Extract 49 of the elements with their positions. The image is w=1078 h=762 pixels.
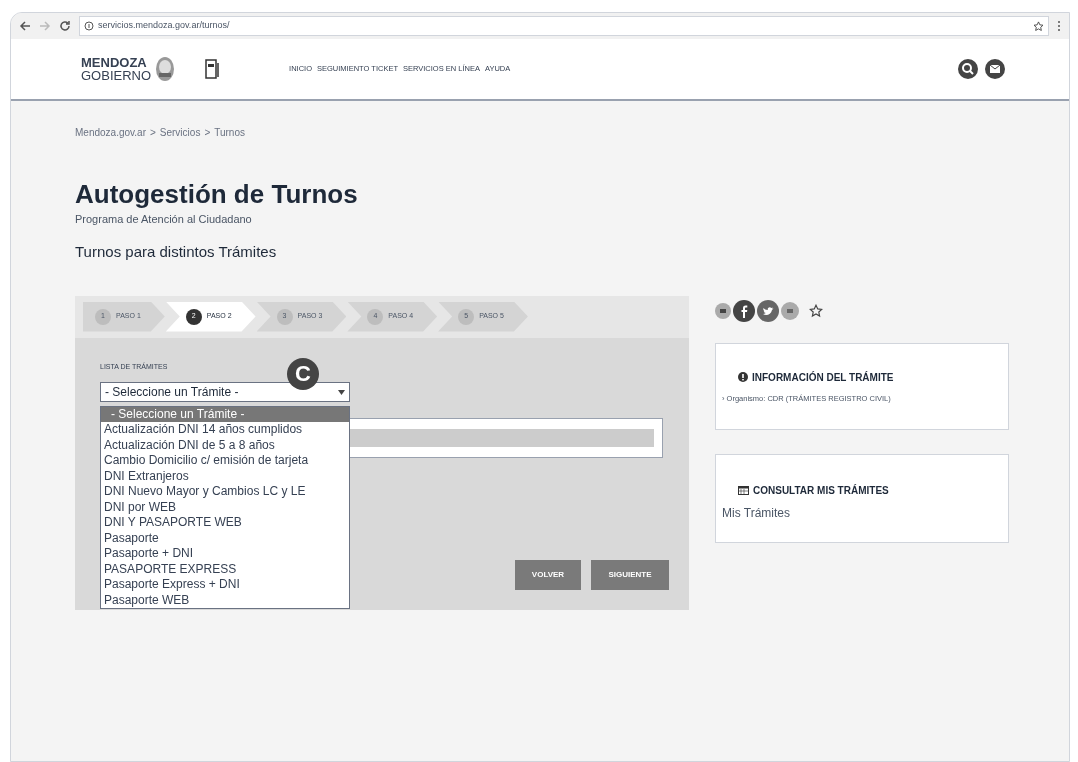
back-button[interactable]: VOLVER xyxy=(515,559,581,590)
dropdown-option[interactable]: Pasaporte WEB xyxy=(101,592,349,608)
dropdown-option[interactable]: DNI Y PASAPORTE WEB xyxy=(101,515,349,531)
page-title: Autogestión de Turnos xyxy=(75,178,359,211)
dropdown-option[interactable]: Pasaporte Express + DNI xyxy=(101,577,349,593)
dropdown-option[interactable]: Pasaporte + DNI xyxy=(101,546,349,562)
breadcrumb-link[interactable]: Servicios xyxy=(159,125,201,140)
dropdown-option[interactable]: PASAPORTE EXPRESS xyxy=(101,561,349,577)
caret-icon xyxy=(338,389,345,395)
logo-text: MENDOZA xyxy=(81,56,148,69)
info-icon xyxy=(84,21,94,31)
dropdown-option[interactable]: DNI Nuevo Mayor y Cambios LC y LE xyxy=(101,484,349,500)
next-button[interactable]: SIGUIENTE xyxy=(591,559,669,590)
dropdown-option[interactable]: DNI por WEB xyxy=(101,499,349,515)
breadcrumb-link[interactable]: Mendoza.gov.ar xyxy=(75,125,146,140)
dropdown-option[interactable]: - Seleccione un Trámite - xyxy=(101,406,349,422)
document-icon[interactable] xyxy=(205,59,220,79)
star-icon[interactable] xyxy=(1033,20,1044,32)
menu-icon[interactable] xyxy=(1057,20,1061,32)
print-icon[interactable] xyxy=(781,301,799,320)
url-text: servicios.mendoza.gov.ar/turnos/ xyxy=(98,19,230,33)
breadcrumb-separator: > xyxy=(149,126,156,140)
dropdown-option[interactable]: Cambio Domicilio c/ emisión de tarjeta xyxy=(101,453,349,469)
dropdown-option[interactable]: Actualización DNI de 5 a 8 años xyxy=(101,437,349,453)
star-icon[interactable] xyxy=(809,303,823,318)
dropdown-option[interactable]: DNI Extranjeros xyxy=(101,468,349,484)
emblem-icon xyxy=(155,56,176,82)
back-icon[interactable] xyxy=(19,20,31,32)
info-icon xyxy=(738,372,748,382)
section-title: Turnos para distintos Trámites xyxy=(75,242,278,262)
twitter-icon[interactable] xyxy=(757,299,779,322)
page-subtitle: Programa de Atención al Ciudadano xyxy=(75,211,253,227)
annotation-badge: C xyxy=(287,357,319,390)
my-procedures-link[interactable]: Mis Trámites xyxy=(722,503,790,522)
breadcrumb-link[interactable]: Turnos xyxy=(214,125,245,140)
reload-icon[interactable] xyxy=(59,20,71,32)
logo-text: GOBIERNO xyxy=(81,69,152,82)
dropdown-option[interactable]: Pasaporte xyxy=(101,530,349,546)
card-title: INFORMACIÓN DEL TRÁMITE xyxy=(752,370,894,385)
dropdown-option[interactable]: Actualización DNI 14 años cumplidos xyxy=(101,422,349,438)
search-icon[interactable] xyxy=(958,59,978,79)
email-share-icon[interactable] xyxy=(715,302,731,319)
address-bar[interactable]: servicios.mendoza.gov.ar/turnos/ xyxy=(79,16,1049,36)
card-title: CONSULTAR MIS TRÁMITES xyxy=(753,483,889,498)
calendar-icon xyxy=(738,485,749,495)
facebook-icon[interactable] xyxy=(733,299,755,322)
mail-icon[interactable] xyxy=(985,59,1005,79)
select-field[interactable]: - Seleccione un Trámite - xyxy=(100,382,350,402)
breadcrumb-separator: > xyxy=(204,126,211,140)
